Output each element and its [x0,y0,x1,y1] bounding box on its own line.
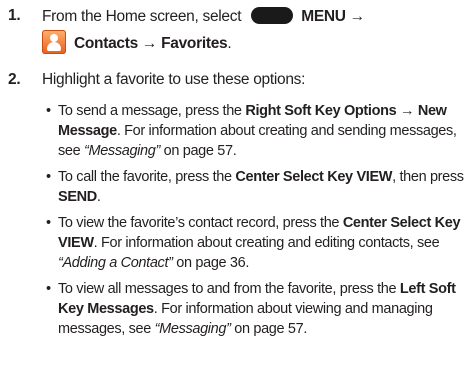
list-item: • To call the favorite, press the Center… [46,169,464,205]
menu-key-icon [251,7,294,24]
list-item: • To view all messages to and from the f… [46,281,456,337]
step-1-period: . [227,35,232,52]
step-1-text: From the Home screen, select [42,8,242,25]
step-1-line-2: Contacts → Favorites. [74,35,232,53]
contacts-icon [42,30,66,54]
messaging-reference: “Messaging” [154,321,231,337]
step-number: 1. [8,7,21,24]
list-item: • To view the favorite’s contact record,… [46,215,461,271]
contacts-favorites-path: Contacts → Favorites [74,35,228,52]
step-1-line-1: From the Home screen, select MENU → [42,7,365,26]
right-soft-key-options: Right Soft Key Options [245,103,397,119]
adding-contact-reference: “Adding a Contact” [58,255,173,271]
center-select-key-view: Center Select Key VIEW [235,169,393,185]
messaging-reference: “Messaging” [84,143,160,159]
send-key: SEND [58,189,97,205]
menu-label: MENU → [301,8,365,25]
manual-page: 1. From the Home screen, select MENU → C… [0,0,468,368]
options-list: • To send a message, press the Right Sof… [46,101,464,345]
list-item: • To send a message, press the Right Sof… [46,103,457,159]
step-2-text: Highlight a favorite to use these option… [42,71,306,88]
step-number: 2. [8,71,21,88]
